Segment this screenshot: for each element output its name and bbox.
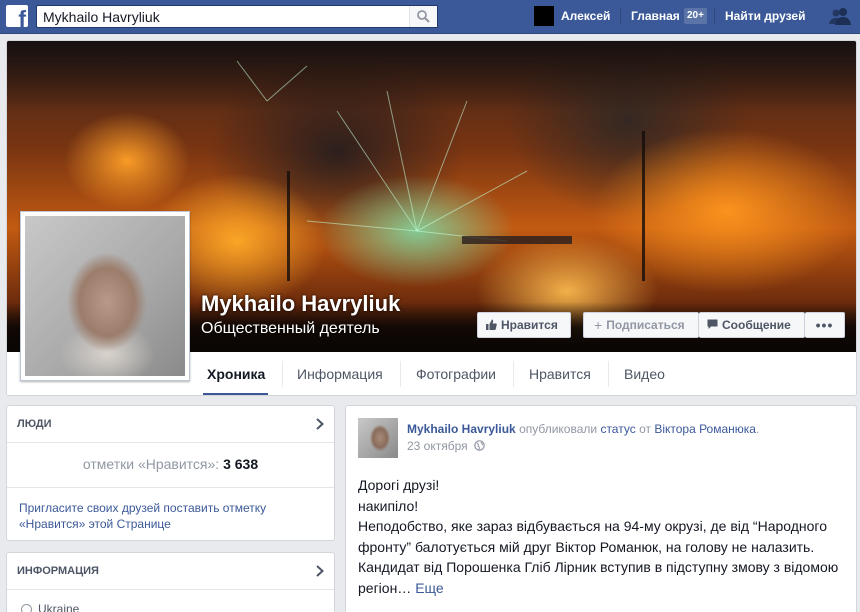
post-date-row: 23 октября <box>407 439 485 453</box>
profile-header: Mykhailo Havryliuk Общественный деятель … <box>6 40 857 396</box>
post-author-link[interactable]: Mykhailo Havryliuk <box>407 422 516 436</box>
post-source-link[interactable]: Віктора Романюка <box>654 422 756 436</box>
search-icon <box>417 10 430 23</box>
info-location-row: Ukraine <box>21 602 79 612</box>
post-text: Дорогі друзі! накипіло! Неподобство, яке… <box>358 475 848 598</box>
subscribe-button-label: Подписаться <box>606 318 685 332</box>
search-box[interactable] <box>36 5 438 28</box>
tab-divider <box>282 361 283 387</box>
tab-info[interactable]: Информация <box>297 352 383 395</box>
post-action-text: опубликовали <box>519 422 598 436</box>
likes-label: отметки «Нравится»: <box>82 456 220 472</box>
home-notification-badge: 20+ <box>684 8 707 24</box>
post-line: Дорогі друзі! <box>358 477 440 493</box>
more-options-button[interactable]: ••• <box>805 312 845 338</box>
top-navigation-bar: f Алексей Главная 20+ Найти друзей <box>0 0 860 34</box>
post-line-last: регіон… Еще <box>358 578 848 599</box>
invite-friends-link[interactable]: Пригласите своих друзей поставить отметк… <box>7 487 334 532</box>
see-more-link[interactable]: Еще <box>415 580 444 596</box>
search-button[interactable] <box>409 6 437 27</box>
plus-icon: + <box>594 316 603 333</box>
thumbs-up-icon <box>486 319 497 331</box>
message-button-label: Сообщение <box>722 318 791 332</box>
info-card-header[interactable]: Информация <box>7 553 334 590</box>
info-location: Ukraine <box>38 602 80 612</box>
chevron-right-icon[interactable] <box>316 418 324 430</box>
nav-divider <box>620 8 621 24</box>
tab-timeline[interactable]: Хроника <box>203 352 268 395</box>
message-icon <box>707 319 718 330</box>
likes-count-line: отметки «Нравится»: 3 638 <box>7 456 334 472</box>
friend-requests-icon[interactable] <box>828 6 852 26</box>
people-card: Люди отметки «Нравится»: 3 638 Пригласит… <box>6 405 335 541</box>
subscribe-button[interactable]: + Подписаться <box>583 312 699 338</box>
info-card: Информация Ukraine <box>6 552 335 612</box>
post-line: регіон… <box>358 579 412 596</box>
people-card-title: Люди <box>17 418 52 430</box>
message-button[interactable]: Сообщение <box>699 312 805 338</box>
post-line: накипіло! <box>358 497 419 514</box>
timeline-post: Mykhailo Havryliuk опубликовали статус о… <box>345 405 857 612</box>
post-from-text: от <box>639 422 651 436</box>
post-status-link[interactable]: статус <box>600 422 635 436</box>
globe-icon <box>21 604 32 612</box>
tab-videos[interactable]: Видео <box>624 352 665 395</box>
tab-divider <box>513 361 514 387</box>
post-date[interactable]: 23 октября <box>407 439 468 453</box>
post-line: фронту” балотується мій друг Віктор Рома… <box>358 538 815 555</box>
tab-divider <box>400 361 401 387</box>
tab-photos[interactable]: Фотографии <box>416 352 496 395</box>
chevron-right-icon[interactable] <box>316 565 324 577</box>
likes-count: 3 638 <box>223 456 259 472</box>
search-input[interactable] <box>37 6 409 27</box>
nav-divider <box>714 8 715 24</box>
info-card-title: Информация <box>17 565 99 577</box>
post-header: Mykhailo Havryliuk опубликовали статус о… <box>407 422 760 436</box>
post-line: Кандидат від Порошенка Гліб Лірник вступ… <box>358 559 839 575</box>
tab-divider <box>608 361 609 387</box>
post-line: Неподобство, яке зараз відбувається на 9… <box>358 518 828 534</box>
like-button-label: Нравится <box>501 318 558 332</box>
people-card-header[interactable]: Люди <box>7 406 334 443</box>
post-author-avatar[interactable] <box>358 418 398 458</box>
tab-likes[interactable]: Нравится <box>529 352 591 395</box>
page-category: Общественный деятель <box>201 320 380 337</box>
profile-photo <box>25 216 185 376</box>
page-title[interactable]: Mykhailo Havryliuk <box>201 291 400 317</box>
profile-picture[interactable] <box>20 211 190 381</box>
facebook-logo-icon[interactable]: f <box>6 5 28 27</box>
like-button[interactable]: Нравится <box>477 312 571 338</box>
home-link[interactable]: Главная <box>631 9 680 23</box>
find-friends-link[interactable]: Найти друзей <box>725 9 805 23</box>
user-avatar[interactable] <box>534 6 554 26</box>
user-name-link[interactable]: Алексей <box>561 9 610 23</box>
globe-icon[interactable] <box>474 440 485 452</box>
